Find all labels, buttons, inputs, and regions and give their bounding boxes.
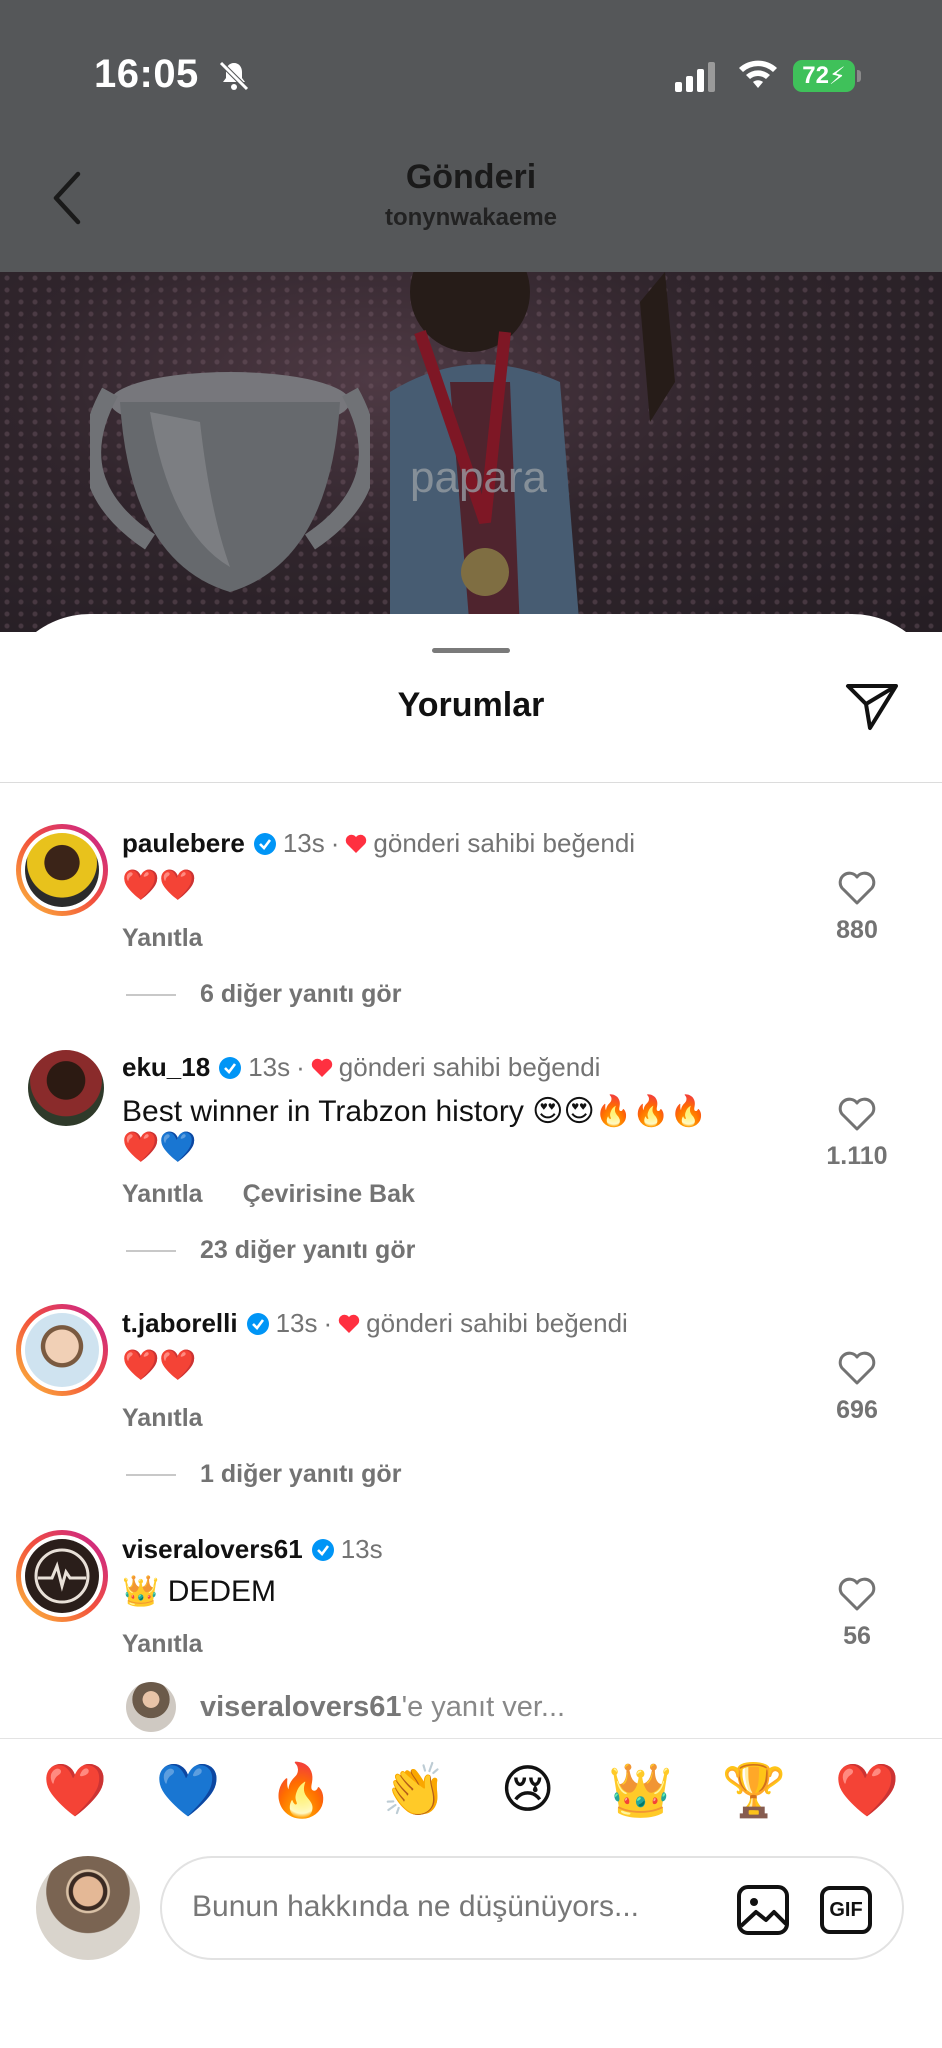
emoji-heart[interactable]: ❤️	[832, 1760, 902, 1821]
reply-avatar	[126, 1682, 176, 1732]
reply-button[interactable]: Yanıtla	[122, 1180, 203, 1209]
comment-time: 13s	[340, 1534, 383, 1564]
comment-time: 13s	[282, 828, 325, 858]
emoji-crying[interactable]: 😢	[493, 1760, 563, 1821]
heart-outline-icon[interactable]	[837, 870, 877, 906]
owner-liked-label: gönderi sahibi beğendi	[338, 1052, 601, 1082]
owner-liked-heart-icon	[311, 1058, 332, 1077]
avatar[interactable]	[28, 1050, 104, 1126]
comment-username[interactable]: t.jaborelli	[122, 1308, 238, 1339]
comment-username[interactable]: paulebere	[122, 828, 245, 859]
verified-badge-icon	[253, 832, 276, 855]
owner-liked-heart-icon	[346, 834, 367, 853]
page-subtitle[interactable]: tonynwakaeme	[0, 204, 942, 232]
like-button[interactable]: 880	[812, 870, 902, 945]
wifi-icon	[739, 60, 777, 88]
comment-time: 13s	[275, 1308, 318, 1338]
reply-suffix: 'e yanıt ver...	[401, 1690, 566, 1723]
like-button[interactable]: 696	[812, 1350, 902, 1425]
sheet-title: Yorumlar	[397, 686, 545, 724]
sheet-divider	[0, 782, 942, 783]
meta-separator: ·	[323, 1308, 333, 1338]
comment-time: 13s	[248, 1052, 291, 1082]
logo-icon	[34, 1548, 90, 1604]
comment-input[interactable]: Bunun hakkında ne düşünüyors... GIF	[160, 1856, 904, 1960]
emoji-red-heart[interactable]: ❤️	[40, 1760, 110, 1821]
heart-outline-icon[interactable]	[837, 1350, 877, 1386]
view-more-replies[interactable]: 1 diğer yanıtı gör	[126, 1460, 401, 1489]
reply-prompt[interactable]: viseralovers61'e yanıt ver...	[126, 1682, 565, 1732]
battery-indicator: 72 ⚡	[793, 60, 855, 92]
heart-outline-icon[interactable]	[837, 1576, 877, 1612]
avatar[interactable]	[16, 824, 108, 916]
comment-text: 👑 DEDEM	[122, 1575, 277, 1608]
comment-text: Best winner in Trabzon history 😍😍🔥🔥🔥	[122, 1095, 707, 1128]
comment-text: ❤️❤️	[122, 869, 197, 902]
page-title: Gönderi	[405, 158, 537, 196]
send-icon[interactable]	[844, 680, 900, 732]
view-more-replies[interactable]: 6 diğer yanıtı gör	[126, 980, 401, 1009]
heart-outline-icon[interactable]	[837, 1096, 877, 1132]
comment-input-placeholder: Bunun hakkında ne düşünüyors...	[192, 1890, 639, 1923]
top-bar: 16:05 72 ⚡ Gönderi tonynwakaeme	[0, 0, 942, 272]
owner-liked-label: gönderi sahibi beğendi	[373, 828, 636, 858]
reply-button[interactable]: Yanıtla	[122, 924, 203, 953]
image-icon[interactable]	[736, 1884, 790, 1936]
sheet-grabber[interactable]	[432, 648, 510, 653]
post-photo: papara	[0, 272, 942, 632]
like-count: 880	[836, 916, 878, 944]
avatar[interactable]	[16, 1530, 108, 1622]
reply-button[interactable]: Yanıtla	[122, 1630, 203, 1659]
current-user-avatar	[36, 1856, 140, 1960]
meta-separator: ·	[296, 1052, 305, 1082]
emoji-trophy[interactable]: 🏆	[719, 1760, 789, 1821]
avatar[interactable]	[16, 1304, 108, 1396]
status-time: 16:05	[94, 52, 199, 96]
emoji-fire[interactable]: 🔥	[266, 1760, 336, 1821]
battery-tip	[857, 70, 861, 82]
emoji-crown[interactable]: 👑	[606, 1760, 676, 1821]
verified-badge-icon	[246, 1312, 269, 1335]
gif-button[interactable]: GIF	[820, 1886, 872, 1934]
reply-username: viseralovers61	[200, 1690, 402, 1723]
composer-divider	[0, 1738, 942, 1739]
reply-button[interactable]: Yanıtla	[122, 1404, 203, 1433]
comment-username[interactable]: viseralovers61	[122, 1534, 303, 1565]
owner-liked-heart-icon	[338, 1314, 360, 1333]
comment-text-line2: ❤️💙	[122, 1131, 197, 1164]
like-button[interactable]: 56	[812, 1576, 902, 1651]
like-button[interactable]: 1.110	[812, 1096, 902, 1171]
see-translation-button[interactable]: Çevirisine Bak	[243, 1180, 415, 1209]
meta-separator: ·	[330, 828, 340, 858]
verified-badge-icon	[219, 1056, 242, 1079]
emoji-blue-heart[interactable]: 💙	[153, 1760, 223, 1821]
comment-username[interactable]: eku_18	[122, 1052, 210, 1083]
like-count: 1.110	[826, 1142, 888, 1170]
view-more-replies[interactable]: 23 diğer yanıtı gör	[126, 1236, 415, 1265]
owner-liked-label: gönderi sahibi beğendi	[366, 1308, 628, 1338]
verified-badge-icon	[311, 1538, 334, 1561]
like-count: 56	[843, 1622, 871, 1650]
quick-emoji-bar: ❤️ 💙 🔥 👏 😢 👑 🏆 ❤️	[0, 1760, 942, 1821]
silent-bell-icon	[219, 61, 249, 91]
comment-text: ❤️❤️	[122, 1349, 197, 1382]
emoji-clap[interactable]: 👏	[379, 1760, 449, 1821]
like-count: 696	[836, 1396, 878, 1424]
cellular-signal-icon	[675, 62, 715, 92]
